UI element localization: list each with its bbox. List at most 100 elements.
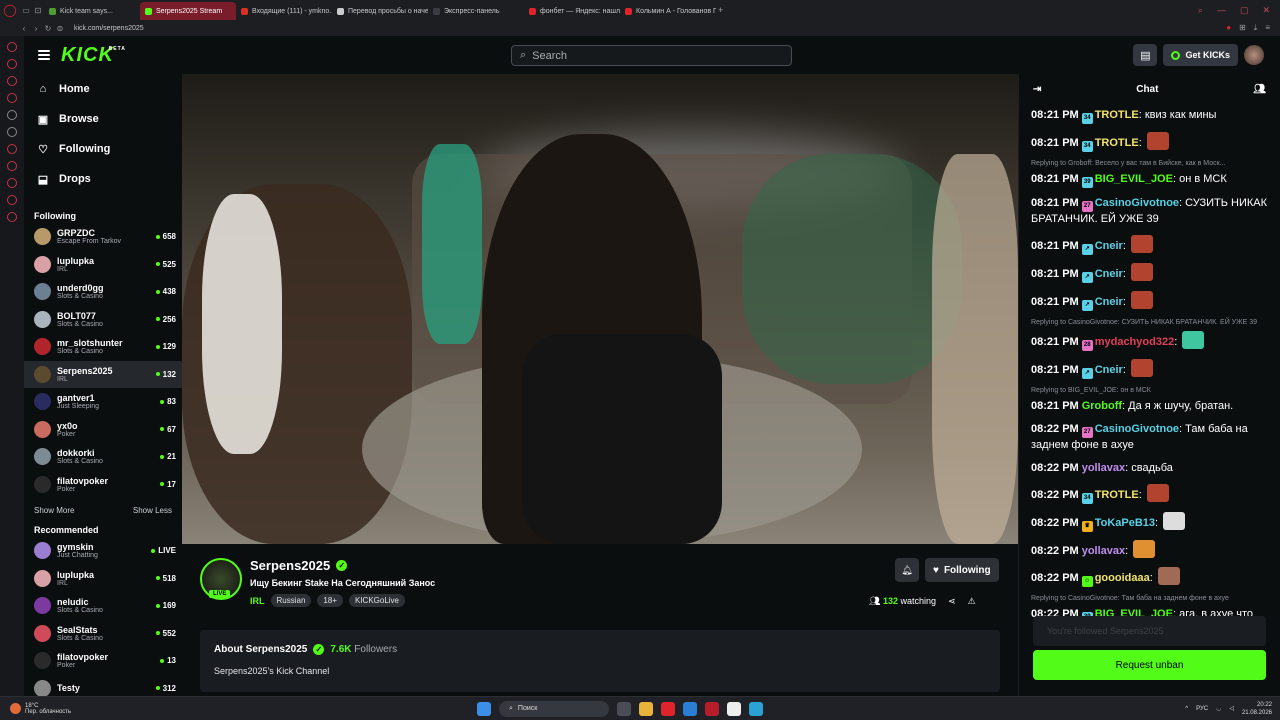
chat-username[interactable]: Cneir — [1095, 296, 1123, 308]
explorer-icon[interactable] — [639, 701, 653, 716]
user-avatar[interactable] — [1244, 45, 1264, 65]
channel-name[interactable]: Serpens2025 ✓ — [250, 558, 348, 573]
tab-list-icon[interactable]: ▭ — [20, 6, 32, 15]
sidebar-channel[interactable]: Serpens2025 IRL 132 — [24, 360, 182, 388]
show-more-button[interactable]: Show More — [34, 506, 74, 515]
volume-icon[interactable]: ◁ — [1229, 705, 1234, 712]
chat-username[interactable]: CasinoGivotnoe — [1095, 197, 1179, 209]
opera-icon[interactable] — [705, 701, 719, 716]
share-icon[interactable]: ⋖ — [948, 596, 956, 607]
sidebar-channel[interactable]: gantver1 Just Sleeping 83 — [24, 388, 182, 416]
workspaces-icon[interactable]: ⊡ — [32, 6, 44, 15]
forward-icon[interactable]: › — [30, 24, 42, 33]
back-icon[interactable]: ‹ — [18, 24, 30, 33]
easy-setup-icon[interactable]: ≡ — [1265, 23, 1270, 33]
telegram-icon[interactable] — [749, 701, 763, 716]
tag-kickgolive[interactable]: KICKGoLive — [348, 594, 406, 607]
sidebar-channel[interactable]: Testy 312 — [24, 675, 182, 696]
browser-tab[interactable]: Перевод просьбы о наче... — [332, 2, 428, 20]
clock-icon[interactable] — [7, 161, 17, 171]
sidebar-channel[interactable]: luplupka IRL 525 — [24, 251, 182, 279]
layout-toggle-button[interactable]: ▤ — [1133, 44, 1158, 66]
chat-username[interactable]: BIG_EVIL_JOE — [1095, 173, 1173, 185]
maximize-icon[interactable]: ▢ — [1240, 5, 1249, 16]
chat-username[interactable]: Cneir — [1095, 364, 1123, 376]
chat-username[interactable]: Groboff — [1082, 400, 1122, 412]
messenger-icon[interactable] — [7, 76, 17, 86]
history-icon[interactable] — [7, 59, 17, 69]
search-tabs-icon[interactable]: ⌕ — [1198, 5, 1203, 16]
start-icon[interactable] — [477, 701, 491, 716]
flow-icon[interactable] — [7, 195, 17, 205]
sidebar-channel[interactable]: filatovpoker Poker 17 — [24, 471, 182, 499]
nav-browse[interactable]: ▣ Browse — [24, 104, 182, 134]
pin-icon[interactable] — [7, 178, 17, 188]
show-less-button[interactable]: Show Less — [133, 506, 172, 515]
adblock-icon[interactable]: ● — [1226, 23, 1231, 33]
kick-logo[interactable]: KICK BETA — [61, 44, 125, 67]
sidebar-channel[interactable]: mr_slotshunter Slots & Casino 129 — [24, 333, 182, 361]
chat-username[interactable]: TROTLE — [1095, 489, 1139, 501]
settings-icon[interactable] — [7, 212, 17, 222]
clip-icon[interactable]: ⚠︎ — [968, 596, 976, 607]
sidebar-channel[interactable]: GRPZDC Escape From Tarkov 658 — [24, 223, 182, 251]
sidebar-channel[interactable]: yx0o Poker 67 — [24, 416, 182, 444]
taskbar-search[interactable]: ⌕ Поиск — [499, 700, 609, 717]
chat-username[interactable]: goooidaaa — [1095, 572, 1150, 584]
chat-username[interactable]: yollavax — [1082, 462, 1125, 474]
collapse-chat-icon[interactable]: ⇥ — [1033, 84, 1041, 95]
bookmarks-icon[interactable] — [7, 127, 17, 137]
clock[interactable]: 20:22 21.08.2026 — [1242, 701, 1272, 717]
video-player[interactable] — [182, 74, 1018, 544]
opera-logo-icon[interactable]: ◯ — [0, 0, 20, 20]
browser-tab[interactable]: Kick team says... — [44, 2, 140, 20]
browser-tab[interactable]: Входящие (111) - ymkno... — [236, 2, 332, 20]
new-tab-button[interactable]: + — [718, 5, 723, 15]
chat-username[interactable]: CasinoGivotnoe — [1095, 423, 1179, 435]
browser-tab[interactable]: Serpens2025 Stream — [140, 2, 236, 20]
twitter-icon[interactable] — [7, 144, 17, 154]
nav-drops[interactable]: ⬓ Drops — [24, 164, 182, 194]
yandex-icon[interactable] — [661, 701, 675, 716]
close-icon[interactable]: ✕ — [1262, 5, 1270, 16]
nav-following[interactable]: ♡ Following — [24, 134, 182, 164]
home-icon[interactable] — [7, 42, 17, 52]
chat-users-icon[interactable]: 👥︎ — [1253, 84, 1266, 95]
sidebar-channel[interactable]: filatovpoker Poker 13 — [24, 647, 182, 675]
chat-input[interactable]: You're followed Serpens2025 — [1033, 616, 1266, 646]
tray-arrow-icon[interactable]: ^ — [1185, 706, 1188, 712]
tag-age[interactable]: 18+ — [317, 594, 343, 607]
sidebar-channel[interactable]: gymskin Just Chatting LIVE — [24, 537, 182, 565]
reload-icon[interactable]: ↻ — [42, 24, 54, 33]
minimize-icon[interactable]: — — [1217, 5, 1226, 16]
hamburger-menu-icon[interactable] — [38, 50, 50, 60]
browser-tab[interactable]: фонбет — Яндекс: нашло... — [524, 2, 620, 20]
notifications-bell-button[interactable]: 🔔︎ — [895, 558, 919, 582]
browser-tab[interactable]: Кольмин А - Голованов Г — [620, 2, 716, 20]
sidebar-channel[interactable]: SealStats Slots & Casino 552 — [24, 620, 182, 648]
sidebar-channel[interactable]: BOLT077 Slots & Casino 256 — [24, 306, 182, 334]
chat-username[interactable]: TROTLE — [1095, 137, 1139, 149]
language-indicator[interactable]: РУС — [1196, 706, 1208, 712]
chat-username[interactable]: ToKaPeB13 — [1095, 517, 1155, 529]
search-input[interactable]: ⌕ Search — [511, 45, 792, 66]
wifi-icon[interactable]: ◡ — [1216, 705, 1221, 712]
sidebar-channel[interactable]: underd0gg Slots & Casino 438 — [24, 278, 182, 306]
browser-tab[interactable]: Экспресс-панель — [428, 2, 524, 20]
nav-home[interactable]: ⌂ Home — [24, 74, 182, 104]
request-unban-button[interactable]: Request unban — [1033, 650, 1266, 680]
download-icon[interactable]: ⤓ — [1254, 23, 1258, 33]
task-view-icon[interactable] — [617, 701, 631, 716]
tag-language[interactable]: Russian — [270, 594, 312, 607]
app-icon[interactable] — [727, 701, 741, 716]
following-button[interactable]: ♥ Following — [925, 558, 999, 582]
sidebar-channel[interactable]: dokkorki Slots & Casino 21 — [24, 443, 182, 471]
sidebar-channel[interactable]: neludic Slots & Casino 169 — [24, 592, 182, 620]
chat-username[interactable]: mydachyod322 — [1095, 336, 1174, 348]
music-icon[interactable] — [7, 93, 17, 103]
weather-widget[interactable]: 18°C Пер. облачность — [0, 703, 71, 715]
url-text[interactable]: kick.com/serpens2025 — [74, 25, 144, 32]
category-link[interactable]: IRL — [250, 596, 265, 606]
chat-username[interactable]: Cneir — [1095, 268, 1123, 280]
chat-username[interactable]: yollavax — [1082, 545, 1125, 557]
